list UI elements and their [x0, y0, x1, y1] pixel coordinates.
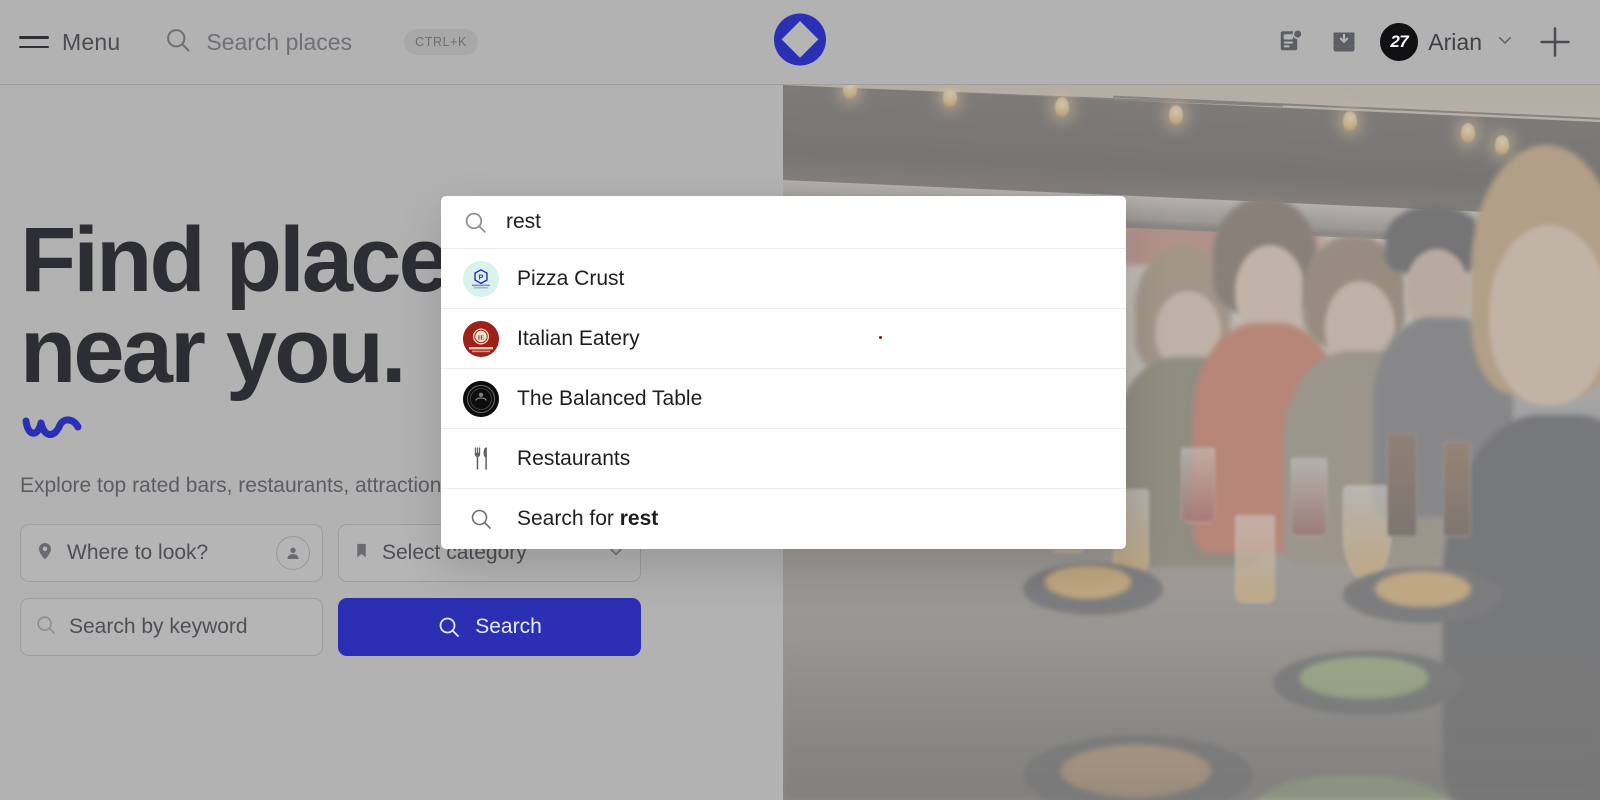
place-logo-pizza-crust-icon: P — [463, 260, 499, 297]
svg-text:IE: IE — [478, 334, 485, 341]
search-icon — [463, 507, 499, 531]
search-for-query-item[interactable]: Search for rest — [441, 489, 1126, 549]
keyword-input[interactable]: Search by keyword — [20, 598, 323, 657]
list-item[interactable]: The Balanced Table — [441, 369, 1126, 429]
user-name: Arian — [1428, 28, 1482, 55]
plus-icon[interactable] — [1528, 15, 1582, 69]
search-icon — [463, 210, 488, 235]
search-button[interactable]: Search — [338, 598, 641, 657]
app-header: Menu Search places CTRL+K 27 Arian — [0, 0, 1600, 85]
fork-knife-icon — [463, 446, 499, 471]
search-suggestions-panel: rest P Pizza Crust IE Italian Eatery The… — [441, 196, 1126, 549]
list-item-label: Italian Eatery — [517, 326, 640, 350]
bookmark-icon — [353, 540, 370, 566]
keyboard-shortcut-badge: CTRL+K — [404, 29, 478, 55]
search-for-prefix: Search for — [517, 507, 620, 530]
search-button-label: Search — [475, 615, 542, 639]
map-pin-icon — [35, 540, 55, 567]
news-badge-icon[interactable] — [1266, 16, 1318, 68]
list-item[interactable]: IE Italian Eatery — [441, 309, 1126, 369]
diamond-in-circle-logo[interactable] — [772, 12, 828, 73]
place-logo-balanced-table-icon — [463, 380, 499, 417]
list-item[interactable]: P Pizza Crust — [441, 249, 1126, 309]
header-search-trigger[interactable]: Search places CTRL+K — [164, 26, 478, 59]
location-input[interactable]: Where to look? — [20, 524, 323, 583]
page-root: Menu Search places CTRL+K 27 Arian Find … — [0, 0, 1600, 800]
search-icon — [164, 26, 192, 59]
locate-me-icon[interactable] — [276, 536, 310, 571]
svg-text:P: P — [479, 274, 484, 281]
search-icon — [35, 614, 57, 641]
menu-label[interactable]: Menu — [62, 29, 120, 56]
panel-search-value: rest — [506, 210, 542, 233]
panel-search-input[interactable]: rest — [441, 196, 1126, 249]
keyword-placeholder: Search by keyword — [69, 615, 248, 639]
list-item-label: The Balanced Table — [517, 386, 703, 410]
list-item[interactable]: Restaurants — [441, 429, 1126, 489]
search-for-query-label: Search for rest — [517, 507, 658, 531]
chevron-down-icon — [1496, 31, 1514, 54]
user-menu-trigger[interactable]: 27 Arian — [1380, 23, 1514, 61]
list-item-label: Restaurants — [517, 446, 631, 470]
cursor-dot — [879, 336, 882, 339]
inbox-download-icon[interactable] — [1318, 16, 1370, 68]
hero-title-line-2: near you. — [20, 300, 407, 403]
search-for-term: rest — [619, 507, 659, 530]
menu-toggle-button[interactable] — [14, 22, 54, 62]
header-search-placeholder: Search places — [206, 28, 353, 55]
list-item-label: Pizza Crust — [517, 266, 625, 290]
place-logo-italian-eatery-icon: IE — [463, 320, 499, 357]
search-icon — [437, 615, 461, 639]
location-placeholder: Where to look? — [67, 541, 209, 565]
hero-title-line-1: Find places — [20, 209, 498, 311]
avatar: 27 — [1380, 23, 1419, 61]
